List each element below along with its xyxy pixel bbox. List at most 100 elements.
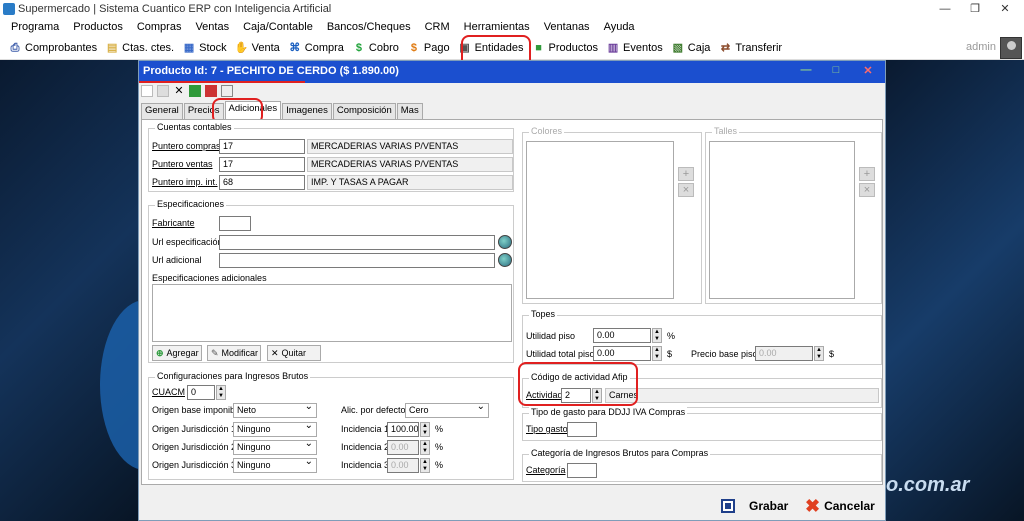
cuacm-label[interactable]: CUACM [152,387,185,397]
copy-icon[interactable] [157,85,169,97]
talles-list[interactable] [709,141,855,299]
puntero-imp-label[interactable]: Puntero imp. int. [152,177,218,187]
report-icon[interactable] [205,85,217,97]
menu-programa[interactable]: Programa [4,21,66,33]
avatar[interactable] [1000,37,1022,59]
new-icon[interactable] [141,85,153,97]
toolbar-label: Comprobantes [25,41,98,54]
origen-juris-1-select[interactable]: Ninguno [233,420,317,437]
menu-compras[interactable]: Compras [130,21,189,33]
toolbar-label: Ctas. ctes. [122,41,175,54]
tab-general[interactable]: General [141,103,183,119]
globe-icon[interactable] [498,253,512,267]
globe-icon[interactable] [498,235,512,249]
toolbar-compra-button[interactable]: ⌘ Compra [284,37,348,59]
puntero-imp-code[interactable]: 68 [219,175,305,190]
modificar-button[interactable]: ✎ Modificar [207,345,261,361]
url-especificacion-input[interactable] [219,235,495,250]
agregar-button[interactable]: ⊕ Agregar [152,345,202,361]
menu-bancos-cheques[interactable]: Bancos/Cheques [320,21,418,33]
toolbar-ctas-ctes-button[interactable]: ▤ Ctas. ctes. [101,37,178,59]
tipo-gasto-label[interactable]: Tipo gasto [526,424,568,434]
menu-ventanas[interactable]: Ventanas [537,21,597,33]
desktop-background-right [886,60,1024,521]
toolbar-productos-button[interactable]: ■ Productos [528,37,603,59]
menu-ventas[interactable]: Ventas [188,21,236,33]
menu-productos[interactable]: Productos [66,21,130,33]
incidencia-1-spinner[interactable]: ▲ ▼ [420,422,430,437]
precio-base-spinner[interactable]: ▲ ▼ [814,346,824,361]
incidencia-2-spinner[interactable]: ▲ ▼ [420,440,430,455]
remove-icon: ✕ [271,347,279,358]
origen-juris-2-select[interactable]: Ninguno [233,438,317,455]
quitar-button[interactable]: ✕ Quitar [267,345,321,361]
incidencia-2-input[interactable]: 0.00 [387,440,419,455]
toolbar-label: Pago [423,41,450,54]
fabricante-input[interactable] [219,216,251,231]
alic-select[interactable]: Cero [405,401,489,418]
categoria-label[interactable]: Categoría [526,465,566,475]
origen-juris-3-select[interactable]: Ninguno [233,456,317,473]
utilidad-piso-spinner[interactable]: ▲ ▼ [652,328,662,343]
menu-herramientas[interactable]: Herramientas [457,21,537,33]
remove-color-icon[interactable]: × [678,183,694,197]
especificaciones-list[interactable] [152,284,512,342]
minimize-button[interactable]: — [930,0,960,18]
utilidad-total-input[interactable]: 0.00 [593,346,651,361]
cuentas-contables-group: Cuentas contables Puntero compras 17 MER… [148,122,514,192]
url-adicional-input[interactable] [219,253,495,268]
utilidad-piso-input[interactable]: 0.00 [593,328,651,343]
puntero-ventas-code[interactable]: 17 [219,157,305,172]
menu-ayuda[interactable]: Ayuda [597,21,642,33]
tab-imagenes[interactable]: Imagenes [282,103,332,119]
colores-list[interactable] [526,141,674,299]
delete-icon[interactable]: ✕ [173,85,185,97]
toolbar-eventos-button[interactable]: ▥ Eventos [602,37,667,59]
origen-base-select[interactable]: Neto [233,401,317,418]
talles-title: Talles [712,126,740,136]
origen-juris-3-label: Origen Jurisdicción 3 [152,460,237,470]
dialog-title: Producto Id: 7 - PECHITO DE CERDO ($ 1.8… [143,65,399,77]
toolbar-caja-button[interactable]: ▧ Caja [667,37,715,59]
toolbar-venta-button[interactable]: ✋ Venta [231,37,284,59]
tab-composicion[interactable]: Composición [332,103,396,119]
puntero-ventas-label[interactable]: Puntero ventas [152,159,213,169]
export-icon[interactable] [221,85,233,97]
box-icon[interactable] [189,85,201,97]
incidencia-3-spinner[interactable]: ▲ ▼ [420,458,430,473]
categoria-input[interactable] [567,463,597,478]
toolbar-label: Cobro [368,41,399,54]
cuacm-spinner[interactable]: ▲ ▼ [216,385,226,400]
remove-talle-icon[interactable]: × [859,183,875,197]
puntero-compras-label[interactable]: Puntero compras [152,141,221,151]
add-talle-icon[interactable]: + [859,167,875,181]
dialog-minimize-button[interactable]: — [797,64,815,76]
dialog-close-button[interactable]: ✕ [859,64,877,77]
toolbar-cobro-button[interactable]: $ Cobro [348,37,403,59]
toolbar-pago-button[interactable]: $ Pago [403,37,454,59]
puntero-compras-code[interactable]: 17 [219,139,305,154]
toolbar-label: Caja [687,41,711,54]
precio-base-input[interactable]: 0.00 [755,346,813,361]
toolbar-comprobantes-button[interactable]: ⎙ Comprobantes [4,37,101,59]
incidencia-3-input[interactable]: 0.00 [387,458,419,473]
incidencia-1-input[interactable]: 100.00 [387,422,419,437]
fabricante-label[interactable]: Fabricante [152,218,195,228]
menu-bar: Programa Productos Compras Ventas Caja/C… [0,18,1024,36]
toolbar-transferir-button[interactable]: ⇄ Transferir [714,37,786,59]
dialog-maximize-button[interactable]: □ [827,64,845,76]
utilidad-total-spinner[interactable]: ▲ ▼ [652,346,662,361]
actividad-desc: Carnes [605,388,879,403]
cancelar-button[interactable]: ✖ Cancelar [805,495,875,517]
tab-mas[interactable]: Mas [396,103,423,119]
close-button[interactable]: ✕ [990,0,1020,18]
highlight-afip [518,362,638,406]
add-color-icon[interactable]: + [678,167,694,181]
menu-caja-contable[interactable]: Caja/Contable [236,21,320,33]
toolbar-stock-button[interactable]: ▦ Stock [178,37,231,59]
tipo-gasto-input[interactable] [567,422,597,437]
menu-crm[interactable]: CRM [418,21,457,33]
grabar-button[interactable]: Grabar [721,495,788,517]
cuacm-input[interactable]: 0 [187,385,215,400]
maximize-button[interactable]: ❐ [960,0,990,18]
